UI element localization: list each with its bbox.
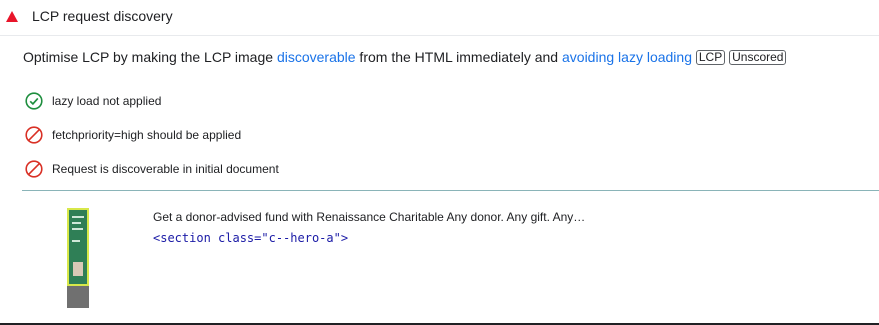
check-label: fetchpriority=high should be applied [52, 128, 242, 142]
node-selector[interactable]: <section class="c--hero-a"> [153, 231, 348, 245]
check-label: lazy load not applied [52, 94, 162, 108]
thumbnail-content [72, 222, 81, 224]
warning-triangle-icon [6, 11, 18, 22]
lcp-element-thumbnail[interactable] [67, 208, 89, 308]
lcp-badge: LCP [695, 50, 726, 65]
thumbnail-content [72, 240, 80, 242]
blocked-circle-icon [25, 160, 43, 178]
audit-header[interactable]: LCP request discovery [0, 0, 879, 36]
unscored-badge: Unscored [729, 50, 787, 65]
thumbnail-content [72, 216, 84, 218]
audit-title: LCP request discovery [32, 8, 173, 24]
node-snippet: Get a donor-advised fund with Renaissanc… [153, 210, 586, 224]
description-text: from the HTML immediately and [355, 49, 562, 65]
check-circle-icon [25, 92, 43, 110]
discoverable-link[interactable]: discoverable [277, 49, 356, 65]
check-item-discoverable: Request is discoverable in initial docum… [25, 159, 279, 179]
check-item-lazy-load: lazy load not applied [25, 91, 161, 111]
check-label: Request is discoverable in initial docum… [52, 162, 279, 176]
blocked-circle-icon [25, 126, 43, 144]
section-divider [22, 190, 879, 191]
thumbnail-content [72, 228, 83, 230]
thumbnail-highlight [67, 208, 89, 286]
check-item-fetchpriority: fetchpriority=high should be applied [25, 125, 241, 145]
description-text: Optimise LCP by making the LCP image [23, 49, 277, 65]
avoiding-lazy-loading-link[interactable]: avoiding lazy loading [562, 49, 692, 65]
thumbnail-image [73, 262, 83, 276]
audit-description: Optimise LCP by making the LCP image dis… [23, 49, 787, 65]
